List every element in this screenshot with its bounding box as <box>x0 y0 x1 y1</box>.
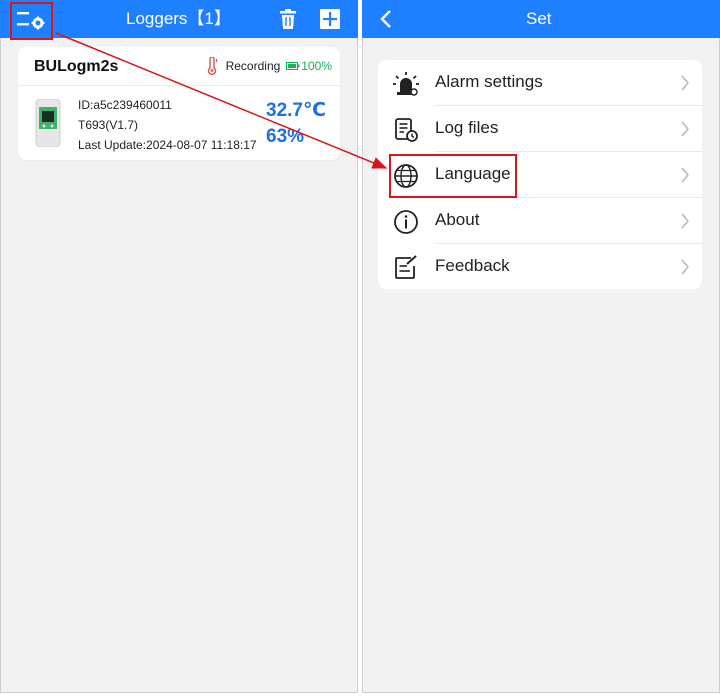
annotation-arrow <box>55 32 388 169</box>
